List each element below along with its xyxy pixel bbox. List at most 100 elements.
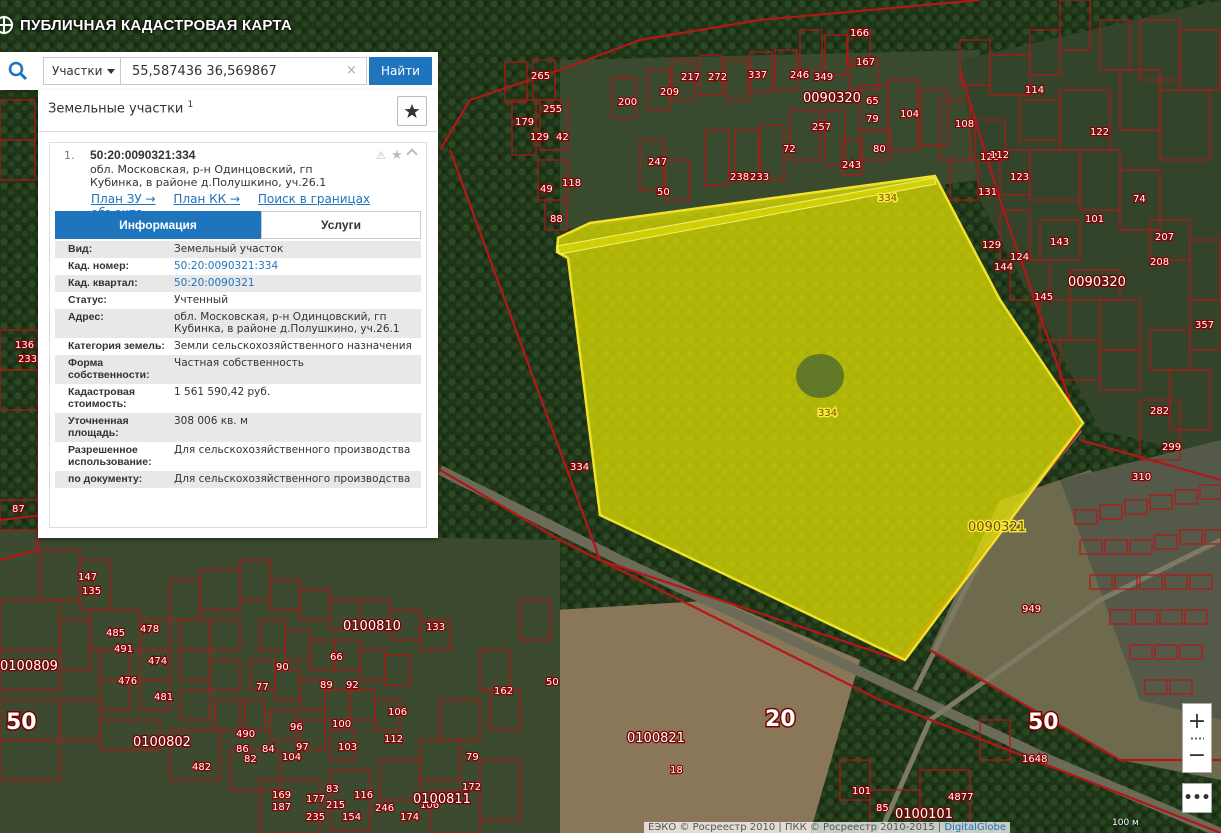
svg-text:491: 491 <box>114 644 133 655</box>
svg-text:481: 481 <box>154 692 173 703</box>
svg-text:0100811: 0100811 <box>413 792 471 807</box>
svg-text:101: 101 <box>1085 214 1104 225</box>
svg-text:478: 478 <box>140 624 159 635</box>
info-row: Кад. номер: 50:20:0090321:334 <box>55 258 421 275</box>
svg-text:299: 299 <box>1162 442 1181 453</box>
search-input[interactable] <box>120 57 367 85</box>
svg-text:166: 166 <box>850 28 869 39</box>
svg-text:476: 476 <box>118 676 137 687</box>
svg-text:97: 97 <box>296 742 309 753</box>
svg-text:143: 143 <box>1050 237 1069 248</box>
svg-text:207: 207 <box>1155 232 1174 243</box>
digitalglobe-link[interactable]: DigitalGlobe <box>944 822 1006 833</box>
svg-text:49: 49 <box>540 184 553 195</box>
selected-quarter-label: 0090321 <box>968 520 1026 535</box>
svg-text:50: 50 <box>546 677 559 688</box>
svg-text:310: 310 <box>1132 472 1151 483</box>
more-button[interactable]: ••• <box>1182 783 1212 813</box>
svg-text:85: 85 <box>876 803 889 814</box>
plan-zu-link[interactable]: План ЗУ → <box>91 192 156 206</box>
tab-information[interactable]: Информация <box>55 211 261 239</box>
svg-text:357: 357 <box>1195 320 1214 331</box>
svg-text:129: 129 <box>982 240 1001 251</box>
result-card[interactable]: 1. 50:20:0090321:334 обл. Московская, р-… <box>49 142 427 528</box>
selected-parcel-label-center: 334 <box>818 408 837 419</box>
info-key: Уточненная площадь: <box>68 415 129 439</box>
zoom-slider-handle[interactable] <box>1190 737 1204 740</box>
svg-text:87: 87 <box>12 504 25 515</box>
info-value: обл. Московская, р-н Одинцовский, гп Куб… <box>174 311 400 335</box>
results-count: 1 <box>187 100 194 110</box>
svg-text:257: 257 <box>812 122 831 133</box>
svg-text:114: 114 <box>1025 85 1044 96</box>
svg-text:42: 42 <box>556 132 569 143</box>
svg-text:145: 145 <box>1034 292 1053 303</box>
info-key: Кадастровая стоимость: <box>68 386 135 410</box>
chevron-down-icon <box>107 68 116 74</box>
svg-text:154: 154 <box>342 812 361 823</box>
info-value: Частная собственность <box>174 357 304 369</box>
zoom-in-button[interactable]: + <box>1183 704 1211 738</box>
collapse-chevron-icon[interactable] <box>406 148 418 160</box>
info-key: Разрешенное использование: <box>68 444 152 468</box>
svg-text:90: 90 <box>276 662 289 673</box>
svg-text:482: 482 <box>192 762 211 773</box>
info-value: 1 561 590,42 руб. <box>174 386 271 398</box>
tree-clump <box>796 354 844 398</box>
svg-text:122: 122 <box>1090 127 1109 138</box>
find-button[interactable]: Найти <box>369 57 432 85</box>
cadastral-quarter-link[interactable]: 50:20:0090321 <box>174 277 421 289</box>
svg-text:104: 104 <box>900 109 919 120</box>
svg-text:112: 112 <box>384 734 403 745</box>
svg-text:485: 485 <box>106 628 125 639</box>
tab-services[interactable]: Услуги <box>261 211 421 239</box>
clear-icon[interactable]: × <box>346 63 357 78</box>
svg-text:72: 72 <box>783 144 796 155</box>
svg-text:89: 89 <box>320 680 333 691</box>
svg-text:144: 144 <box>994 262 1013 273</box>
info-key: Вид: <box>68 243 93 255</box>
svg-text:1648: 1648 <box>1022 754 1047 765</box>
svg-text:0100101: 0100101 <box>895 807 953 822</box>
svg-text:0100802: 0100802 <box>133 735 191 750</box>
svg-text:490: 490 <box>236 729 255 740</box>
favorite-star-icon[interactable]: ★ <box>391 148 403 163</box>
svg-text:88: 88 <box>550 214 563 225</box>
cadastral-number-link[interactable]: 50:20:0090321:334 <box>174 260 421 272</box>
info-key: Форма собственности: <box>68 357 150 381</box>
svg-text:272: 272 <box>708 72 727 83</box>
svg-text:106: 106 <box>388 707 407 718</box>
app-title: ПУБЛИЧНАЯ КАДАСТРОВАЯ КАРТА <box>20 16 292 34</box>
svg-text:0100810: 0100810 <box>343 619 401 634</box>
zoom-out-button[interactable]: − <box>1183 738 1211 772</box>
svg-text:200: 200 <box>618 97 637 108</box>
info-key: Кад. квартал: <box>68 277 138 289</box>
svg-text:174: 174 <box>400 812 419 823</box>
svg-text:235: 235 <box>306 812 325 823</box>
svg-text:0100821: 0100821 <box>627 731 685 746</box>
search-icon[interactable] <box>8 61 28 81</box>
svg-text:104: 104 <box>282 752 301 763</box>
plan-kk-link[interactable]: План КК → <box>173 192 240 206</box>
favorites-button[interactable] <box>397 96 427 126</box>
info-row: Кадастровая стоимость: 1 561 590,42 руб. <box>55 384 421 413</box>
zoom-control: + − <box>1182 703 1212 773</box>
search-bar: Участки × Найти <box>0 52 438 90</box>
svg-text:474: 474 <box>148 656 167 667</box>
svg-text:246: 246 <box>375 803 394 814</box>
svg-text:100: 100 <box>332 719 351 730</box>
svg-text:265: 265 <box>531 71 550 82</box>
svg-text:80: 80 <box>873 144 886 155</box>
results-heading: Земельные участки <box>48 101 184 117</box>
warning-icon[interactable]: ⚠ <box>376 149 386 162</box>
info-row: Вид: Земельный участок <box>55 241 421 258</box>
info-row: Форма собственности: Частная собственност… <box>55 355 421 384</box>
search-type-select[interactable]: Участки <box>43 57 120 85</box>
svg-text:77: 77 <box>256 682 269 693</box>
info-value: Для сельскохозяйственного производства <box>174 473 411 485</box>
svg-text:167: 167 <box>856 57 875 68</box>
svg-text:179: 179 <box>515 117 534 128</box>
info-key: по документу: <box>68 473 143 485</box>
result-cadastral-number: 50:20:0090321:334 <box>90 148 196 162</box>
svg-text:83: 83 <box>326 784 339 795</box>
